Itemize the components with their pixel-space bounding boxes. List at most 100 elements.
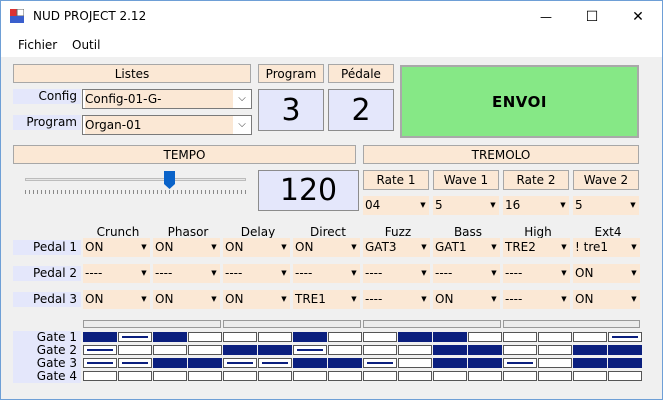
effect-select[interactable]: ---- ▼ <box>363 290 430 309</box>
tremolo-select[interactable]: 04 ▼ <box>363 196 429 215</box>
tempo-slider-thumb[interactable] <box>164 171 175 189</box>
gate-step[interactable] <box>328 332 362 342</box>
gate-step[interactable] <box>503 371 537 381</box>
gate-step[interactable] <box>573 345 607 355</box>
gate-step[interactable] <box>538 358 572 368</box>
gate-step[interactable] <box>223 371 257 381</box>
gate-step[interactable] <box>223 332 257 342</box>
program-select[interactable]: Organ-01 ⌵ <box>82 115 252 135</box>
gate-step[interactable] <box>83 345 117 355</box>
effect-select[interactable]: ON ▼ <box>573 264 640 283</box>
gate-step[interactable] <box>293 371 327 381</box>
effect-select[interactable]: ---- ▼ <box>503 264 570 283</box>
tremolo-select[interactable]: 5 ▼ <box>573 196 639 215</box>
gate-step[interactable] <box>468 358 502 368</box>
gate-step[interactable] <box>573 358 607 368</box>
gate-step[interactable] <box>258 358 292 368</box>
effect-select[interactable]: ON ▼ <box>573 290 640 309</box>
gate-step[interactable] <box>328 358 362 368</box>
gate-step[interactable] <box>153 358 187 368</box>
effect-select[interactable]: GAT3 ▼ <box>363 238 430 257</box>
gate-step[interactable] <box>188 371 222 381</box>
effect-select[interactable]: ---- ▼ <box>503 290 570 309</box>
config-select[interactable]: Config-01-G- ⌵ <box>82 89 252 109</box>
gate-step[interactable] <box>83 332 117 342</box>
gate-step[interactable] <box>293 332 327 342</box>
effect-select[interactable]: ---- ▼ <box>433 264 500 283</box>
effect-select[interactable]: ON ▼ <box>293 238 360 257</box>
gate-step[interactable] <box>433 371 467 381</box>
tremolo-select[interactable]: 16 ▼ <box>503 196 569 215</box>
gate-step[interactable] <box>468 332 502 342</box>
gate-step[interactable] <box>293 345 327 355</box>
effect-select[interactable]: ON ▼ <box>153 238 220 257</box>
gate-step[interactable] <box>118 358 152 368</box>
effect-select[interactable]: ON ▼ <box>223 238 290 257</box>
gate-step[interactable] <box>363 358 397 368</box>
effect-select[interactable]: ON ▼ <box>83 238 150 257</box>
effect-select[interactable]: ON ▼ <box>153 290 220 309</box>
gate-step[interactable] <box>153 345 187 355</box>
gate-step[interactable] <box>118 371 152 381</box>
gate-step[interactable] <box>608 345 642 355</box>
gate-step[interactable] <box>503 345 537 355</box>
effect-select[interactable]: ON ▼ <box>83 290 150 309</box>
effect-select[interactable]: ---- ▼ <box>153 264 220 283</box>
gate-step[interactable] <box>153 332 187 342</box>
effect-select[interactable]: ---- ▼ <box>293 264 360 283</box>
gate-step[interactable] <box>608 358 642 368</box>
effect-select[interactable]: ---- ▼ <box>363 264 430 283</box>
effect-select[interactable]: ---- ▼ <box>223 264 290 283</box>
gate-step[interactable] <box>538 332 572 342</box>
gate-step[interactable] <box>433 345 467 355</box>
gate-step[interactable] <box>608 371 642 381</box>
gate-step[interactable] <box>398 371 432 381</box>
gate-step[interactable] <box>188 345 222 355</box>
gate-step[interactable] <box>398 345 432 355</box>
gate-step[interactable] <box>573 332 607 342</box>
gate-step[interactable] <box>468 345 502 355</box>
gate-step[interactable] <box>433 358 467 368</box>
gate-step[interactable] <box>293 358 327 368</box>
gate-step[interactable] <box>223 345 257 355</box>
gate-step[interactable] <box>503 332 537 342</box>
effect-select[interactable]: ON ▼ <box>223 290 290 309</box>
minimize-button[interactable]: — <box>523 1 569 32</box>
gate-step[interactable] <box>328 371 362 381</box>
gate-step[interactable] <box>258 345 292 355</box>
gate-step[interactable] <box>398 358 432 368</box>
gate-step[interactable] <box>118 332 152 342</box>
close-button[interactable]: ✕ <box>615 1 661 32</box>
gate-step[interactable] <box>83 358 117 368</box>
effect-select[interactable]: TRE1 ▼ <box>293 290 360 309</box>
gate-step[interactable] <box>573 371 607 381</box>
effect-select[interactable]: GAT1 ▼ <box>433 238 500 257</box>
gate-step[interactable] <box>188 358 222 368</box>
gate-step[interactable] <box>363 345 397 355</box>
gate-step[interactable] <box>258 371 292 381</box>
gate-step[interactable] <box>363 371 397 381</box>
maximize-button[interactable]: ☐ <box>569 1 615 32</box>
menu-fichier[interactable]: Fichier <box>18 38 57 52</box>
tempo-slider-track[interactable] <box>25 178 246 181</box>
gate-step[interactable] <box>188 332 222 342</box>
gate-step[interactable] <box>398 332 432 342</box>
gate-step[interactable] <box>468 371 502 381</box>
gate-step[interactable] <box>328 345 362 355</box>
gate-step[interactable] <box>153 371 187 381</box>
gate-step[interactable] <box>258 332 292 342</box>
gate-step[interactable] <box>538 345 572 355</box>
tremolo-select[interactable]: 5 ▼ <box>433 196 499 215</box>
gate-step[interactable] <box>223 358 257 368</box>
gate-step[interactable] <box>118 345 152 355</box>
gate-step[interactable] <box>538 371 572 381</box>
gate-step[interactable] <box>83 371 117 381</box>
effect-select[interactable]: ! tre1 ▼ <box>573 238 640 257</box>
effect-select[interactable]: TRE2 ▼ <box>503 238 570 257</box>
gate-step[interactable] <box>363 332 397 342</box>
gate-step[interactable] <box>433 332 467 342</box>
effect-select[interactable]: ---- ▼ <box>83 264 150 283</box>
gate-step[interactable] <box>608 332 642 342</box>
envoi-button[interactable]: ENVOI <box>400 65 639 138</box>
effect-select[interactable]: ON ▼ <box>433 290 500 309</box>
